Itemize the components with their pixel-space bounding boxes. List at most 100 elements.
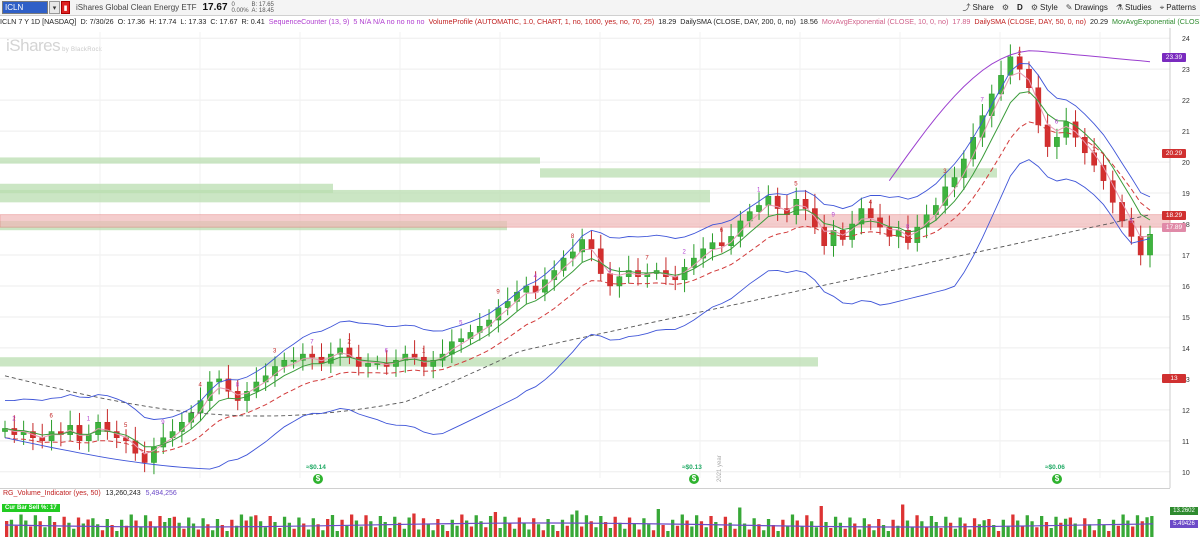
sequence-count-label: 7 bbox=[645, 256, 649, 262]
chart-tools: ⤴ Share ⚙ D ⚙ Style ✎ Drawings ⚗ Studies ⌖ Pa… bbox=[952, 0, 1200, 15]
sequence-count-label: 1 bbox=[87, 417, 91, 423]
gear-button[interactable]: ⚙ bbox=[1002, 3, 1009, 12]
candle-body bbox=[728, 236, 734, 246]
volume-bar bbox=[297, 517, 301, 537]
volume-bar bbox=[72, 528, 76, 537]
volume-bar bbox=[474, 515, 478, 537]
volume-chart[interactable] bbox=[0, 497, 1170, 537]
candle-body bbox=[1016, 56, 1023, 70]
volume-bar bbox=[680, 514, 684, 537]
dollar-icon[interactable]: $ bbox=[313, 474, 323, 484]
volume-bar bbox=[43, 527, 47, 537]
volume-bar bbox=[177, 522, 181, 537]
volume-bar bbox=[441, 525, 445, 537]
volume-bar bbox=[24, 520, 28, 537]
volume-bar bbox=[599, 516, 603, 537]
volume-bar bbox=[81, 523, 85, 537]
range-value: R: 0.41 bbox=[241, 17, 265, 26]
share-label: Share bbox=[972, 3, 994, 12]
candle-body bbox=[514, 291, 520, 302]
symbol-description: iShares Global Clean Energy ETF bbox=[76, 3, 197, 12]
volume-bar bbox=[512, 528, 517, 537]
volume-bar bbox=[139, 526, 143, 537]
volume-bar bbox=[953, 528, 958, 537]
volume-bar bbox=[426, 524, 430, 537]
volume-bar bbox=[1126, 520, 1130, 537]
volume-bar bbox=[857, 529, 862, 537]
volume-bar bbox=[695, 515, 699, 537]
patterns-button[interactable]: ⌖ Patterns bbox=[1160, 3, 1196, 13]
volume-bar bbox=[91, 518, 95, 537]
sequence-count-label: 5 bbox=[459, 321, 463, 327]
sequence-count-label: 7 bbox=[980, 98, 984, 104]
volume-bar bbox=[484, 527, 488, 537]
candle-body bbox=[76, 425, 83, 442]
style-button[interactable]: ⚙ Style bbox=[1031, 3, 1058, 12]
sequence-count-label: 2 bbox=[347, 339, 351, 345]
candle-body bbox=[765, 195, 772, 206]
studies-button[interactable]: ⚗ Studies bbox=[1116, 3, 1152, 12]
candle-body bbox=[867, 208, 874, 219]
volume-bar bbox=[1049, 528, 1053, 537]
volume-bar bbox=[421, 518, 426, 537]
volume-bar bbox=[402, 528, 406, 537]
candle-body bbox=[933, 205, 939, 215]
sma200-value: 18.56 bbox=[799, 17, 818, 26]
price-tick-label: 23 bbox=[1182, 67, 1190, 74]
price-tag: 20.29 bbox=[1162, 148, 1186, 158]
volume-bar bbox=[153, 527, 157, 537]
volume-bar bbox=[1040, 516, 1044, 537]
sma50-study[interactable]: DailySMA (CLOSE, DAY, 50, 0, no) bbox=[974, 17, 1086, 26]
price-change: 0 0.00% bbox=[232, 2, 249, 14]
volume-bar bbox=[14, 525, 18, 537]
volume-bar bbox=[76, 517, 81, 537]
symbol-input[interactable] bbox=[2, 1, 48, 14]
volume-bar bbox=[580, 526, 584, 537]
volume-value: 13,260,243 bbox=[105, 490, 141, 497]
drawings-label: Drawings bbox=[1074, 3, 1108, 12]
volume-bar bbox=[1116, 525, 1120, 537]
volume-bar bbox=[28, 526, 33, 537]
sma50-value: 20.29 bbox=[1089, 17, 1108, 26]
sequence-count-label: 6 bbox=[50, 414, 54, 420]
symbol-dropdown-button[interactable]: ▾ bbox=[49, 1, 60, 14]
candle-body bbox=[365, 363, 371, 367]
period-button[interactable]: D bbox=[1017, 3, 1023, 12]
volume-bar bbox=[115, 531, 119, 537]
sequence-counter-study[interactable]: SequenceCounter (13, 9) bbox=[269, 17, 350, 26]
sequence-count-label: 7 bbox=[310, 339, 314, 345]
volume-bar bbox=[671, 519, 675, 537]
volume-bar bbox=[488, 516, 493, 537]
volume-profile-study[interactable]: VolumeProfile (AUTOMATIC, 1.0, CHART, 1,… bbox=[429, 17, 655, 26]
volume-bar bbox=[503, 516, 507, 537]
dollar-icon[interactable]: $ bbox=[1052, 474, 1062, 484]
lower-band-line bbox=[4, 159, 1151, 470]
share-button[interactable]: ⤴ Share bbox=[963, 2, 994, 13]
volume-bar bbox=[1016, 520, 1020, 537]
volume-bar bbox=[838, 522, 843, 537]
ema10-study[interactable]: MovAvgExponential (CLOSE, 10, 0, no) bbox=[822, 17, 949, 26]
price-chart[interactable]: 2423222120191817161514131211102615948372… bbox=[0, 28, 1200, 488]
volume-bar bbox=[105, 519, 109, 537]
volume-bar bbox=[1097, 519, 1101, 537]
volume-bar bbox=[829, 528, 833, 537]
sma200-line bbox=[4, 214, 1151, 417]
candle-body bbox=[355, 356, 362, 367]
year-label: 2021 year bbox=[717, 455, 723, 482]
study-legend: ICLN 7 Y 1D [NASDAQ] D: 7/30/26 O: 17.36… bbox=[0, 16, 1200, 27]
volume-bar bbox=[925, 527, 929, 537]
dollar-icon[interactable]: $ bbox=[689, 474, 699, 484]
ema-study-2[interactable]: MovAvgExponential (CLOSE, bbox=[1112, 17, 1200, 26]
candle-body bbox=[756, 205, 762, 212]
volume-bar bbox=[762, 530, 766, 537]
drawings-button[interactable]: ✎ Drawings bbox=[1066, 3, 1108, 12]
volume-study-name[interactable]: RG_Volume_Indicator (yes, 50) bbox=[3, 490, 101, 497]
symbol-flag-icon[interactable]: ▮ bbox=[61, 1, 70, 14]
volume-bar bbox=[1068, 517, 1073, 537]
volume-bar bbox=[1044, 522, 1049, 537]
sma200-study[interactable]: DailySMA (CLOSE, DAY, 200, 0, no) bbox=[680, 17, 796, 26]
volume-bar bbox=[781, 519, 785, 537]
volume-bar bbox=[771, 525, 775, 537]
volume-bar bbox=[522, 523, 526, 537]
volume-bar bbox=[810, 521, 814, 537]
